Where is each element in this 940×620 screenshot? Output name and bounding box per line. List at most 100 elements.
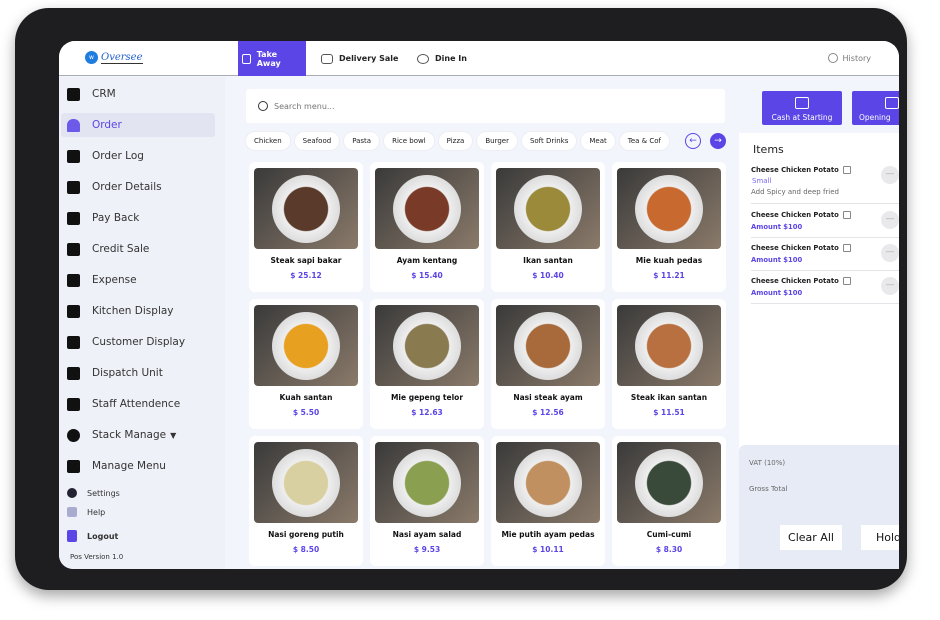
tab-dine-in[interactable]: Dine In: [417, 41, 467, 76]
sidebar-item-crm[interactable]: CRM: [61, 82, 215, 106]
product-price: $ 11.21: [653, 271, 685, 280]
search-bar[interactable]: [246, 89, 725, 123]
sidebar-item-pay-back[interactable]: Pay Back: [61, 206, 215, 230]
product-image: [496, 442, 600, 523]
product-card[interactable]: Mie kuah pedas $ 11.21: [612, 162, 726, 292]
edit-icon[interactable]: [842, 244, 851, 252]
cash-at-starting-button[interactable]: Cash at Starting: [762, 91, 842, 125]
product-name: Cumi-cumi: [646, 530, 692, 539]
sidebar-item-staff-attendence[interactable]: Staff Attendence: [61, 392, 215, 416]
sidebar-item-order-log[interactable]: Order Log: [61, 144, 215, 168]
product-image: [496, 168, 600, 249]
order-log-icon: [67, 149, 80, 163]
category-chip[interactable]: Pizza: [438, 132, 473, 150]
item-size: Small: [752, 177, 772, 185]
opening-button[interactable]: Opening: [852, 91, 899, 125]
product-price: $ 25.12: [290, 271, 322, 280]
order-item[interactable]: Cheese Chicken Potato Amount $100 —: [751, 211, 899, 238]
product-card[interactable]: Ayam kentang $ 15.40: [370, 162, 484, 292]
product-image: [617, 305, 721, 386]
product-price: $ 9.53: [413, 545, 441, 554]
sidebar-item-stack-manage[interactable]: Stack Manage ▼: [61, 423, 215, 447]
product-card[interactable]: Cumi-cumi $ 8.30: [612, 436, 726, 566]
bag-icon: [242, 53, 251, 64]
next-category-button[interactable]: →: [710, 133, 726, 149]
product-card[interactable]: Kuah santan $ 5.50: [249, 299, 363, 429]
remove-item-button[interactable]: —: [881, 166, 899, 184]
sidebar-item-kitchen-display[interactable]: Kitchen Display: [61, 299, 215, 323]
arrow-left-icon: ←: [689, 136, 697, 146]
edit-icon[interactable]: [842, 277, 851, 285]
product-price: $ 10.11: [532, 545, 564, 554]
category-chip[interactable]: Seafood: [294, 132, 340, 150]
remove-item-button[interactable]: —: [881, 277, 899, 295]
product-image: [496, 305, 600, 386]
sidebar-item-customer-display[interactable]: Customer Display: [61, 330, 215, 354]
category-chip[interactable]: Tea & Cof: [619, 132, 669, 150]
cash-drawer-icon: [885, 97, 899, 109]
product-name: Nasi ayam salad: [392, 530, 462, 539]
product-price: $ 12.63: [411, 408, 443, 417]
order-item[interactable]: Cheese Chicken Potato Amount $100 —: [751, 277, 899, 304]
category-chip[interactable]: Meat: [581, 132, 615, 150]
plate-cutlery-icon: [417, 53, 429, 64]
sidebar-item-manage-menu[interactable]: Manage Menu: [61, 454, 215, 478]
order-item[interactable]: Cheese Chicken Potato Small Add Spicy an…: [751, 166, 899, 204]
pos-screen: w Oversee Take Away Delivery Sale Dine In…: [59, 41, 899, 569]
product-price: $ 8.50: [292, 545, 320, 554]
product-name: Mie kuah pedas: [635, 256, 703, 265]
product-name: Ayam kentang: [396, 256, 458, 265]
product-price: $ 10.40: [532, 271, 564, 280]
gear-icon: [67, 488, 77, 498]
clear-all-button[interactable]: Clear All: [780, 525, 842, 550]
help-button[interactable]: Help: [67, 507, 105, 517]
category-chip[interactable]: Soft Drinks: [521, 132, 577, 150]
product-card[interactable]: Steak ikan santan $ 11.51: [612, 299, 726, 429]
product-image: [254, 168, 358, 249]
sidebar-item-credit-sale[interactable]: Credit Sale: [61, 237, 215, 261]
sidebar-item-order-details[interactable]: Order Details: [61, 175, 215, 199]
product-name: Steak sapi bakar: [270, 256, 342, 265]
search-input[interactable]: [274, 101, 674, 111]
settings-button[interactable]: Settings: [67, 488, 120, 498]
product-price: $ 12.56: [532, 408, 564, 417]
order-item[interactable]: Cheese Chicken Potato Amount $100 —: [751, 244, 899, 271]
payback-icon: [67, 211, 80, 225]
product-card[interactable]: Mie gepeng telor $ 12.63: [370, 299, 484, 429]
category-chip[interactable]: Pasta: [344, 132, 380, 150]
sidebar-item-dispatch-unit[interactable]: Dispatch Unit: [61, 361, 215, 385]
edit-icon[interactable]: [842, 211, 851, 219]
hold-button[interactable]: Hold: [861, 525, 899, 550]
product-card[interactable]: Mie putih ayam pedas $ 10.11: [491, 436, 605, 566]
product-image: [617, 168, 721, 249]
product-card[interactable]: Nasi steak ayam $ 12.56: [491, 299, 605, 429]
product-name: Nasi steak ayam: [513, 393, 583, 402]
remove-item-button[interactable]: —: [881, 244, 899, 262]
history-button[interactable]: History: [827, 53, 871, 63]
dashboard-icon: [67, 87, 80, 101]
sidebar-item-expense[interactable]: Expense: [61, 268, 215, 292]
logout-button[interactable]: Logout: [67, 530, 118, 542]
category-chip[interactable]: Burger: [477, 132, 517, 150]
product-image: [617, 442, 721, 523]
product-name: Mie gepeng telor: [390, 393, 464, 402]
category-chip[interactable]: Chicken: [246, 132, 290, 150]
info-icon: [67, 507, 77, 517]
prev-category-button[interactable]: ←: [685, 133, 701, 149]
truck-icon: [67, 366, 80, 380]
product-card[interactable]: Steak sapi bakar $ 25.12: [249, 162, 363, 292]
tab-take-away[interactable]: Take Away: [238, 41, 306, 76]
product-card[interactable]: Ikan santan $ 10.40: [491, 162, 605, 292]
cloche-icon: [67, 118, 80, 132]
product-image: [254, 442, 358, 523]
edit-icon[interactable]: [842, 166, 851, 174]
product-card[interactable]: Nasi goreng putih $ 8.50: [249, 436, 363, 566]
tablet-frame: w Oversee Take Away Delivery Sale Dine In…: [15, 8, 907, 590]
product-card[interactable]: Nasi ayam salad $ 9.53: [370, 436, 484, 566]
product-image: [375, 168, 479, 249]
category-chip[interactable]: Rice bowl: [384, 132, 434, 150]
remove-item-button[interactable]: —: [881, 211, 899, 229]
tab-delivery-sale[interactable]: Delivery Sale: [321, 41, 398, 76]
totals-panel: VAT (10%) Gross Total Clear All Hold: [739, 445, 899, 569]
sidebar-item-order[interactable]: Order: [61, 113, 215, 137]
